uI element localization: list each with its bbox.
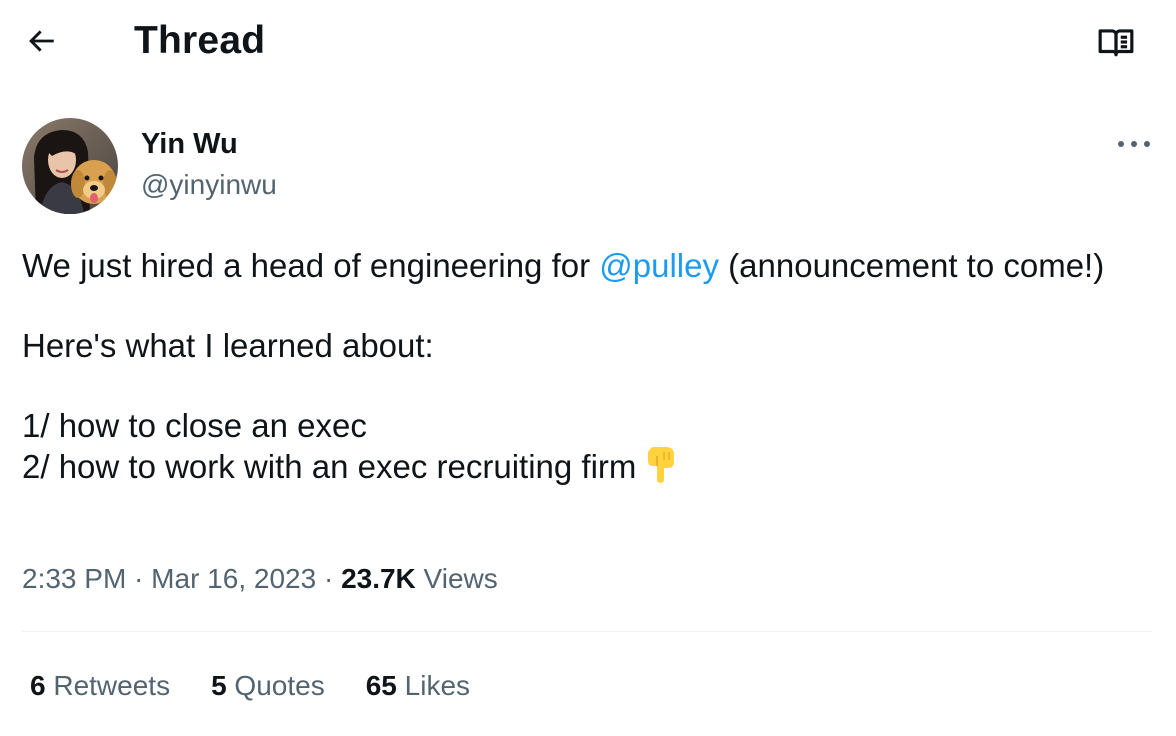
avatar[interactable] [22, 118, 118, 214]
more-horizontal-icon [1118, 141, 1150, 147]
tweet-meta: 2:33 PM · Mar 16, 2023 · 23.7K Views [22, 561, 498, 597]
retweets-count: 6 [30, 670, 46, 701]
tweet-blank-line [22, 366, 1142, 406]
tweet-text: We just hired a head of engineering for … [22, 246, 1142, 493]
divider [22, 631, 1152, 632]
likes-label: Likes [396, 670, 471, 701]
tweet-time[interactable]: 2:33 PM [22, 563, 126, 594]
quotes-stat[interactable]: 5 Quotes [211, 668, 325, 704]
retweets-label: Retweets [45, 670, 171, 701]
tweet-text-segment: We just hired a head of engineering for [22, 247, 600, 284]
backhand-index-pointing-down-icon [644, 446, 678, 493]
views-count: 23.7K [341, 563, 416, 594]
more-options-button[interactable] [1110, 126, 1158, 162]
book-open-icon [1098, 29, 1134, 57]
meta-separator: · [316, 563, 342, 594]
author-handle[interactable]: @yinyinwu [141, 167, 277, 203]
tweet-date[interactable]: Mar 16, 2023 [151, 563, 316, 594]
engagement-stats: 6 Retweets 5 Quotes 65 Likes [30, 668, 470, 704]
quotes-count: 5 [211, 670, 227, 701]
views-label: Views [415, 563, 498, 594]
reader-mode-button[interactable] [1094, 20, 1138, 64]
tweet-blank-line [22, 286, 1142, 326]
tweet-line: 2/ how to work with an exec recruiting f… [22, 446, 1142, 493]
likes-stat[interactable]: 65 Likes [366, 668, 470, 704]
tweet-line: We just hired a head of engineering for … [22, 246, 1142, 286]
retweets-stat[interactable]: 6 Retweets [30, 668, 170, 704]
arrow-left-icon [29, 30, 54, 52]
meta-separator: · [126, 563, 152, 594]
tweet-line: 1/ how to close an exec [22, 407, 367, 444]
back-button[interactable] [20, 20, 62, 62]
tweet-line: Here's what I learned about: [22, 327, 434, 364]
profile-photo [22, 118, 118, 214]
author-display-name[interactable]: Yin Wu [141, 126, 238, 162]
likes-count: 65 [365, 670, 397, 701]
page-title: Thread [134, 19, 266, 62]
quotes-label: Quotes [226, 670, 325, 701]
mention-link[interactable]: @pulley [599, 247, 719, 284]
top-bar: Thread [0, 0, 1176, 84]
tweet-text-segment: (announcement to come!) [719, 247, 1105, 284]
tweet-text-segment: 2/ how to work with an exec recruiting f… [22, 448, 637, 485]
